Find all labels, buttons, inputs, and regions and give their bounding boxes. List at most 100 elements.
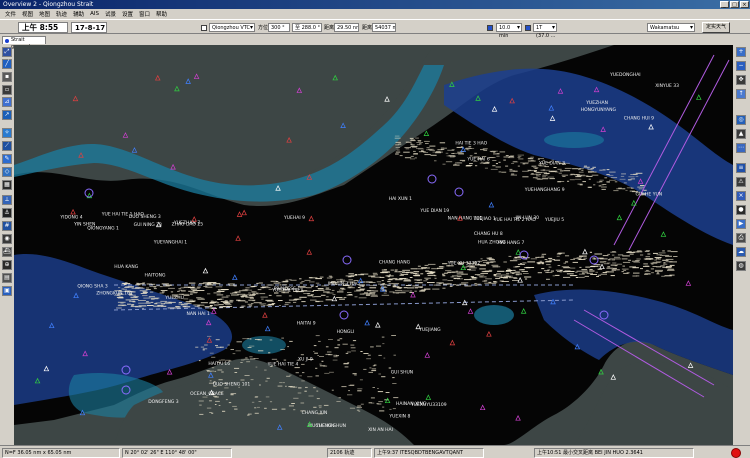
vessel-label[interactable]: YUEDONGHAI <box>609 72 641 78</box>
route-icon[interactable]: ⟋ <box>2 141 12 151</box>
vessel-label[interactable]: GUI HE YUN <box>636 191 663 197</box>
vessel-label[interactable]: YUEXIN 8 <box>388 414 410 420</box>
vessel-label[interactable]: HUA ZHONG <box>478 239 507 245</box>
vessel-label[interactable]: HAI TIE 3 HAO <box>455 140 487 146</box>
alarm-zone-icon[interactable]: ⚠ <box>736 177 746 187</box>
zoom-in-icon[interactable]: + <box>736 47 746 57</box>
menu-help[interactable]: 帮助 <box>153 10 170 18</box>
vessel-label[interactable]: HAI XUN 1 <box>389 196 412 202</box>
vessel-label[interactable]: HAITAI 16 <box>208 361 230 367</box>
vessel-label[interactable]: YUEXUYU33109 <box>410 402 447 408</box>
draw-line-icon[interactable]: ╱ <box>2 59 12 69</box>
tab-strait-general[interactable]: Strait general <box>2 36 46 50</box>
vessel-marker[interactable] <box>208 372 214 378</box>
menu-map[interactable]: 地图 <box>36 10 53 18</box>
vts-checkbox[interactable] <box>201 25 207 31</box>
vessel-label[interactable]: YUE HAI 6 <box>466 157 490 163</box>
vessel-label[interactable]: HONGYUNYANG <box>581 107 617 113</box>
vessel-label[interactable]: DONGFENG 3 <box>148 399 179 405</box>
vessel-label[interactable]: JIN LUN 30 <box>515 215 540 221</box>
radar-icon[interactable]: ◎ <box>736 115 746 125</box>
vessel-label[interactable]: YUE HAI TIE 3 <box>271 288 303 294</box>
vessel-label[interactable]: HAITONG <box>145 273 166 279</box>
menu-view[interactable]: 视图 <box>19 10 36 18</box>
symbol-icon[interactable]: ◉ <box>2 234 12 244</box>
ruler-icon[interactable]: ⊿ <box>2 97 12 107</box>
distance2-input[interactable]: 54037 m <box>372 23 396 32</box>
weather-icon[interactable]: ☁ <box>736 247 746 257</box>
menu-ais[interactable]: AIS <box>87 11 102 17</box>
track-filter-checkbox[interactable] <box>525 25 531 31</box>
zone-icon[interactable]: ▦ <box>2 180 12 190</box>
list-icon[interactable]: ≡ <box>736 163 746 173</box>
compass-icon[interactable]: ✧ <box>2 128 12 138</box>
distance-input[interactable]: 29.50 nm <box>334 23 359 32</box>
playback-icon[interactable]: ▶ <box>736 219 746 229</box>
trail-icon[interactable]: ⋯ <box>736 143 746 153</box>
maximize-button[interactable]: □ <box>730 1 739 8</box>
vessel-label[interactable]: OCEAN_GRACE <box>190 391 224 397</box>
display-icon[interactable]: ▣ <box>2 286 12 296</box>
vessel-label[interactable]: QIONG SHA 3 <box>77 284 107 290</box>
vessel-label[interactable]: ZHONGKUN 101 <box>96 290 133 296</box>
vector-time-select[interactable]: 10.0 min <box>496 23 522 39</box>
vessel-label[interactable]: DUO SHENG 101 <box>213 381 251 387</box>
close-button[interactable]: × <box>740 1 749 8</box>
vessel-label[interactable]: CHANG HUI 9 <box>624 116 654 122</box>
vessel-label[interactable]: CHANG XIN <box>302 410 328 416</box>
chart-map[interactable]: YUE HAI TIE 1 HAO YUE HAI TIE 2 HAO CHANG … <box>14 45 733 445</box>
ebl-icon[interactable]: ↗ <box>2 110 12 120</box>
vessel-label[interactable]: XINYUE 33 <box>655 83 679 89</box>
bearing-input[interactable]: 300 ° <box>268 23 290 32</box>
pencil-icon[interactable]: ✎ <box>2 154 12 164</box>
vessel-label[interactable]: HONGLI <box>337 329 355 335</box>
vessel-label[interactable]: HAITAI 9 <box>297 321 316 327</box>
vessel-label[interactable]: YUEHAI 9 <box>283 215 305 221</box>
vessel-label[interactable]: YUEZHAN <box>585 100 608 106</box>
menu-file[interactable]: 文件 <box>2 10 19 18</box>
target-icon[interactable]: ⊕ <box>2 260 12 270</box>
vessel-label[interactable]: NAN HANG 101 <box>448 215 483 221</box>
vts-select[interactable]: Qiongzhou VTC <box>209 23 255 32</box>
vessel-label[interactable]: YUEHANGHANG 9 <box>524 187 565 193</box>
chart-canvas[interactable]: YUE HAI TIE 1 HAOYUE HAI TIE 2 HAOCHANG … <box>14 45 733 445</box>
grid-icon[interactable]: # <box>2 221 12 231</box>
layer-icon[interactable]: ▪ <box>2 72 12 82</box>
select-tool-icon[interactable]: ⤢ <box>2 47 12 57</box>
vessel-label[interactable]: YIN SHEN <box>73 222 95 228</box>
vessel-label[interactable]: YUEYANGHAI 1 <box>153 239 187 245</box>
vessel-label[interactable]: CHANG HANG <box>379 259 411 265</box>
weather-button[interactable]: 定实天气 <box>702 22 731 33</box>
vessel-label[interactable]: GUI SHUN <box>391 369 413 375</box>
record-icon[interactable]: ● <box>736 205 746 215</box>
overlay-icon[interactable]: ▤ <box>2 273 12 283</box>
menu-settings[interactable]: 设置 <box>119 10 136 18</box>
measure-icon[interactable]: ⟂ <box>2 195 12 205</box>
vessel-label[interactable]: JIN LUN 3 HAO <box>327 281 361 287</box>
menu-aux[interactable]: 辅助 <box>70 10 87 18</box>
track-filter-select[interactable]: 1T (37.0 ... <box>533 23 557 39</box>
minimize-button[interactable]: _ <box>720 1 729 8</box>
vessel-label[interactable]: YUE DIAN 19 <box>419 208 449 214</box>
vessel-label[interactable]: YUE DIAN 3 <box>538 161 565 167</box>
cpa-icon[interactable]: ⨯ <box>736 191 746 201</box>
menu-scenario[interactable]: 试景 <box>102 10 119 18</box>
north-up-icon[interactable]: ↑ <box>736 89 746 99</box>
zoom-out-icon[interactable]: − <box>736 61 746 71</box>
vessel-label[interactable]: XIN AN HAI <box>368 427 393 433</box>
globe-tool-icon[interactable]: ◍ <box>736 261 746 271</box>
alarm-indicator-icon[interactable] <box>731 448 741 458</box>
vessel-label[interactable]: CHANG HU 8 <box>474 231 503 237</box>
vessel-marker[interactable] <box>687 362 694 368</box>
vessel-label[interactable]: YUEJIANG <box>418 327 441 333</box>
vessel-label[interactable]: DUO SHENG 3 <box>129 214 161 220</box>
vessel-label[interactable]: YUEJIU 5 <box>544 217 564 223</box>
vessel-label[interactable]: XU JI 9 <box>298 356 313 362</box>
polygon-icon[interactable]: ◇ <box>2 167 12 177</box>
ais-icon[interactable]: ▲ <box>736 129 746 139</box>
menu-track[interactable]: 轨迹 <box>53 10 70 18</box>
chart-icon[interactable]: ▫ <box>2 85 12 95</box>
pan-icon[interactable]: ✥ <box>736 75 746 85</box>
vector-time-checkbox[interactable] <box>487 25 493 31</box>
vessel-label[interactable]: NAN HAI 1 <box>187 311 210 317</box>
